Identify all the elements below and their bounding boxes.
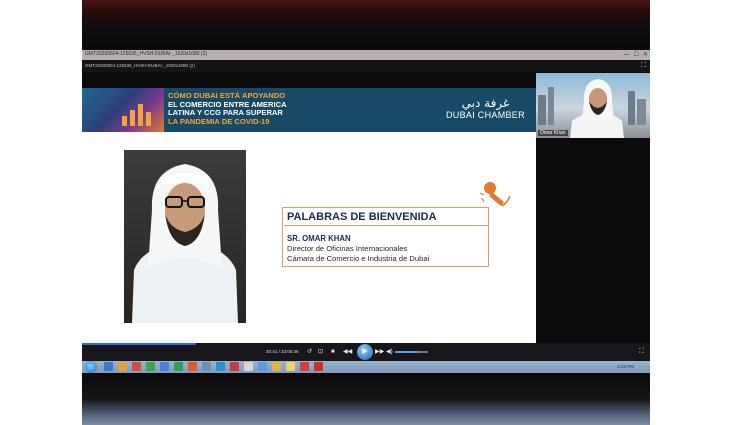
banner-illustration [82, 88, 164, 132]
logo-arabic: غرفة دبي [461, 96, 510, 110]
chrome-icon[interactable] [146, 362, 155, 371]
media-player-controls: 20:41 / 33:05:46 ↺ ⊡ ■ ◀◀ ▶ ▶▶ ◀) ⛶ [82, 343, 650, 361]
slide-banner: CÓMO DUBAI ESTÁ APOYANDO EL COMERCIO ENT… [82, 88, 536, 132]
play-button[interactable]: ▶ [357, 344, 373, 360]
window-title-bar: GMT20200604-125636_HVSH-DUBAI-_1920x1080… [82, 50, 650, 60]
powerpoint-icon[interactable] [188, 362, 197, 371]
meeting-title: GMT20200604-125636_HVSH-DUBAI-_1920x1080… [85, 63, 195, 68]
speaker-organization: Cámara de Comercio e Industria de Dubai [287, 254, 430, 263]
fullscreen-icon[interactable]: ⛶ [639, 347, 644, 357]
recorder-icon[interactable] [300, 362, 309, 371]
player-taskbar-icon[interactable] [272, 362, 281, 371]
close-button[interactable]: ✕ [643, 51, 648, 59]
blurred-top-area [82, 0, 650, 50]
notes-icon[interactable] [286, 362, 295, 371]
playback-time: 20:41 / 33:05:46 [266, 349, 299, 354]
window-title: GMT20200604-125636_HVSH-DUBAI-_1920x1080… [85, 51, 208, 57]
speaker-role: Director de Oficinas Internacionales [287, 244, 408, 253]
portrait-image [132, 164, 238, 323]
logo-english: DUBAI CHAMBER [446, 110, 525, 120]
presentation-slide: CÓMO DUBAI ESTÁ APOYANDO EL COMERCIO ENT… [82, 88, 536, 343]
volume-slider[interactable] [395, 351, 428, 353]
webcam-caption: Omar Khan [538, 130, 568, 136]
folder-icon[interactable] [118, 362, 127, 371]
acrobat-icon[interactable] [230, 362, 239, 371]
ie-icon[interactable] [258, 362, 267, 371]
speaker-name: SR. OMAR KHAN [287, 234, 351, 243]
maximize-button[interactable]: ☐ [634, 51, 639, 59]
explorer-icon[interactable] [104, 362, 113, 371]
meeting-bar: GMT20200604-125636_HVSH-DUBAI-_1920x1080… [82, 60, 650, 72]
outlook-icon[interactable] [202, 362, 211, 371]
welcome-divider [284, 225, 488, 227]
fast-forward-icon[interactable]: ▶▶ [375, 347, 384, 357]
stop-icon[interactable]: ■ [331, 347, 335, 357]
dubai-chamber-logo: غرفة دبي DUBAI CHAMBER [446, 96, 525, 121]
shuffle-icon[interactable]: ⊡ [318, 347, 323, 357]
speaker-portrait [124, 150, 246, 323]
rewind-icon[interactable]: ◀◀ [343, 347, 352, 357]
excel-icon[interactable] [174, 362, 183, 371]
banner-headline: CÓMO DUBAI ESTÁ APOYANDO EL COMERCIO ENT… [168, 91, 358, 127]
video-icon[interactable] [314, 362, 323, 371]
volume-icon[interactable]: ◀) [386, 347, 393, 357]
media-app-icon[interactable] [132, 362, 141, 371]
word-icon[interactable] [160, 362, 169, 371]
welcome-box: PALABRAS DE BIENVENIDA SR. OMAR KHAN Dir… [282, 207, 489, 267]
repeat-icon[interactable]: ↺ [307, 347, 312, 357]
minimize-button[interactable]: — [624, 51, 630, 59]
blurred-bottom-area [82, 373, 650, 425]
windows-taskbar: 2:23 PM [82, 361, 650, 373]
notepad-icon[interactable] [244, 362, 253, 371]
expand-icon[interactable]: ⛶ [641, 62, 646, 70]
welcome-title: PALABRAS DE BIENVENIDA [287, 211, 437, 223]
window-controls: — ☐ ✕ [624, 51, 648, 59]
webcam-video [538, 79, 646, 138]
playback-progress-bar[interactable] [82, 343, 196, 345]
headline-line-4: LA PANDEMIA DE COVID-19 [168, 117, 270, 127]
webcam-tile[interactable]: Omar Khan [536, 73, 650, 138]
zoom-icon[interactable] [216, 362, 225, 371]
start-button-icon[interactable] [85, 361, 97, 373]
system-tray-clock: 2:23 PM [617, 364, 634, 369]
screen-frame: GMT20200604-125636_HVSH-DUBAI-_1920x1080… [82, 0, 650, 425]
